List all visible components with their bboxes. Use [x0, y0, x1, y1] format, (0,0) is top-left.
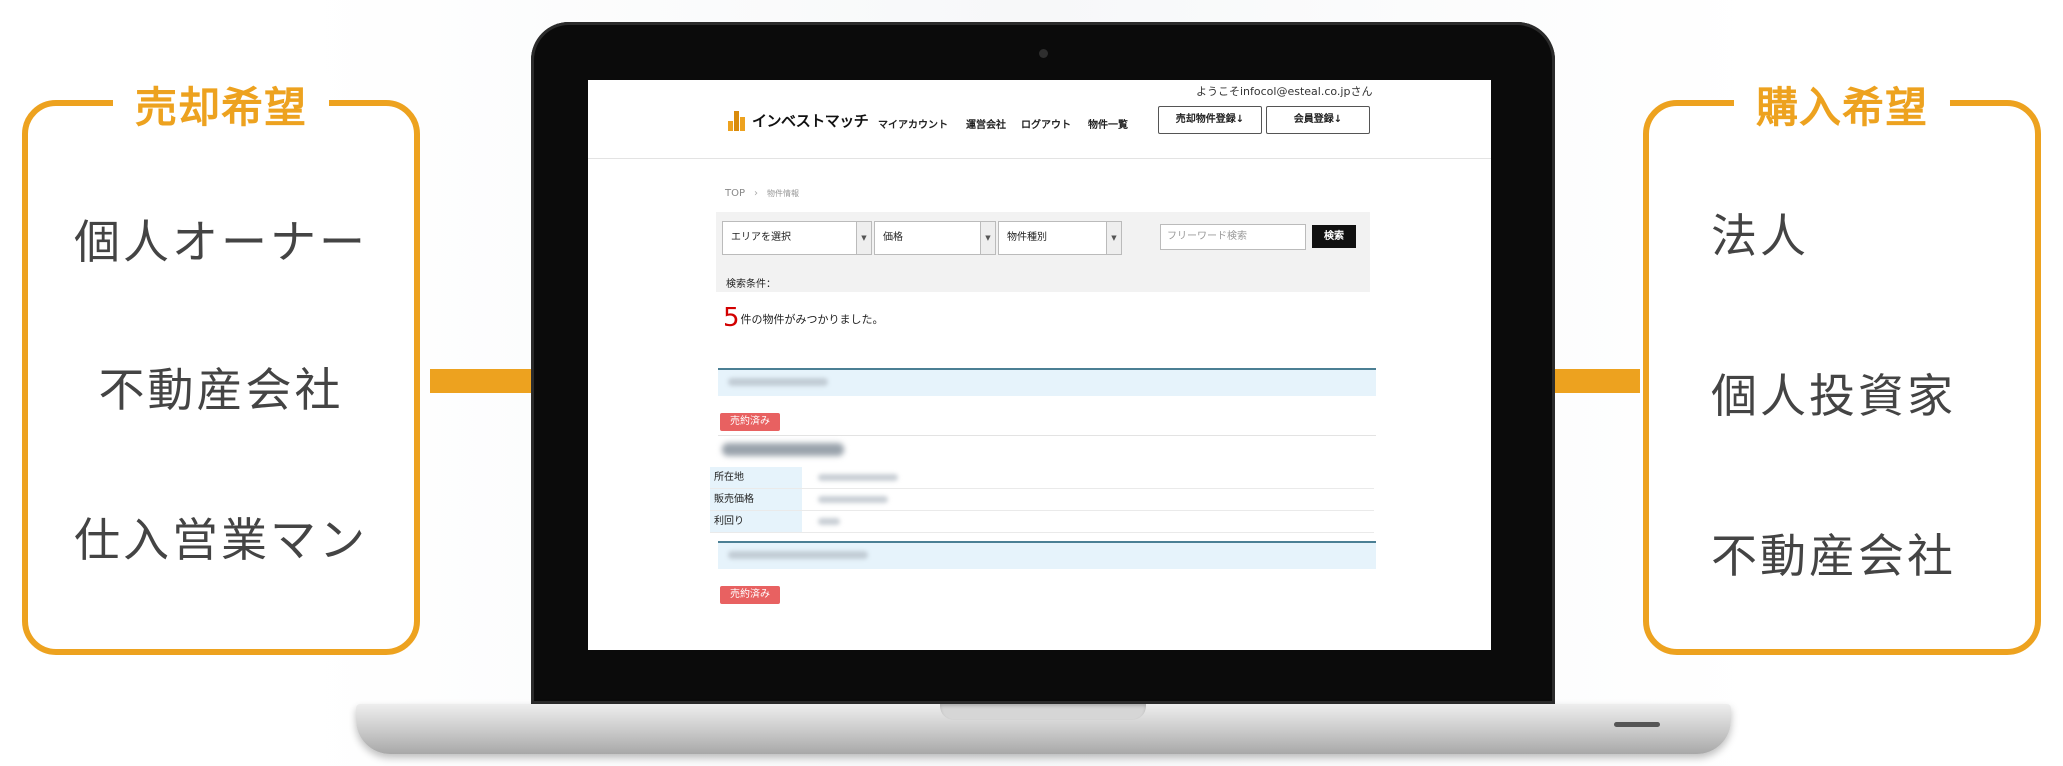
sold-badge: 売約済み [720, 586, 780, 604]
buyer-item-corporation: 法人 [1711, 209, 1809, 263]
laptop-led [1614, 722, 1660, 727]
laptop-notch [940, 704, 1146, 720]
buyer-panel: 購入希望 法人 個人投資家 不動産会社 [1643, 74, 2041, 655]
price-select[interactable]: 価格 ▼ [874, 221, 996, 255]
seller-item-individual-owner: 個人オーナー [74, 215, 368, 269]
building-logo-icon [728, 110, 748, 131]
welcome-message: ようこそinfocol@esteal.co.jpさん [1196, 85, 1373, 98]
property-type-select-label: 物件種別 [1007, 232, 1047, 243]
seller-item-real-estate-company: 不動産会社 [98, 363, 344, 417]
result-text: 件の物件がみつかりました。 [740, 313, 884, 326]
register-property-button[interactable]: 売却物件登録↓ [1158, 106, 1262, 134]
laptop-screen: ようこそinfocol@esteal.co.jpさん インベストマッチ マイアカ… [588, 80, 1491, 650]
blurred-listing-title [728, 551, 868, 559]
nav-operating-company[interactable]: 運営会社 [966, 116, 1006, 131]
blurred-yield-value [818, 518, 840, 525]
detail-label-location: 所在地 [710, 467, 802, 488]
price-select-label: 価格 [883, 232, 903, 243]
seller-panel-title: 売却希望 [112, 74, 330, 135]
breadcrumb-top[interactable]: TOP [725, 188, 745, 199]
blurred-listing-title [728, 378, 828, 386]
logo-text: インベストマッチ [752, 112, 869, 130]
sold-badge: 売約済み [720, 413, 780, 431]
site-logo[interactable]: インベストマッチ [728, 110, 869, 131]
detail-row-price: 販売価格 [710, 489, 1374, 511]
site-header: ようこそinfocol@esteal.co.jpさん インベストマッチ マイアカ… [588, 80, 1491, 159]
listing-header-band[interactable] [718, 368, 1376, 396]
chevron-down-icon: ▼ [1106, 222, 1121, 254]
detail-label-price: 販売価格 [710, 489, 802, 510]
search-conditions-bar: 検索条件： [716, 272, 1370, 292]
buyer-item-real-estate-company: 不動産会社 [1711, 529, 1956, 583]
camera-icon [1039, 49, 1048, 58]
listing-header-band[interactable] [718, 541, 1376, 569]
area-select-label: エリアを選択 [731, 232, 791, 243]
blurred-location-value [818, 474, 898, 481]
seller-item-purchasing-salesman: 仕入営業マン [74, 513, 368, 567]
register-member-button[interactable]: 会員登録↓ [1266, 106, 1370, 134]
buyer-panel-title: 購入希望 [1733, 74, 1951, 135]
laptop-base [356, 704, 1731, 754]
divider [718, 435, 1376, 436]
blurred-price-value [818, 496, 888, 503]
freeword-search-input[interactable]: フリーワード検索 [1160, 224, 1306, 250]
nav-logout[interactable]: ログアウト [1021, 116, 1071, 131]
breadcrumb-separator: › [754, 188, 759, 199]
result-count: 5 [723, 303, 740, 333]
chevron-down-icon: ▼ [980, 222, 995, 254]
nav-my-account[interactable]: マイアカウント [878, 116, 948, 131]
chevron-down-icon: ▼ [856, 222, 871, 254]
breadcrumb: TOP › 物件情報 [725, 188, 799, 199]
detail-row-location: 所在地 [710, 467, 1374, 489]
detail-row-yield: 利回り [710, 511, 1374, 533]
breadcrumb-current: 物件情報 [767, 189, 800, 198]
area-select[interactable]: エリアを選択 ▼ [722, 221, 872, 255]
property-type-select[interactable]: 物件種別 ▼ [998, 221, 1122, 255]
property-details-table: 所在地 販売価格 利回り [710, 467, 1374, 533]
buyer-item-individual-investor: 個人投資家 [1711, 369, 1956, 423]
search-bar: エリアを選択 ▼ 価格 ▼ 物件種別 ▼ フリーワード検索 検索 [716, 212, 1370, 272]
search-button[interactable]: 検索 [1312, 225, 1356, 248]
detail-label-yield: 利回り [710, 511, 802, 532]
blurred-property-name [722, 443, 844, 456]
search-conditions-label: 検索条件： [726, 279, 776, 290]
seller-panel: 売却希望 個人オーナー 不動産会社 仕入営業マン [22, 74, 420, 655]
result-count-message: 5件の物件がみつかりました。 [723, 303, 884, 333]
nav-property-list[interactable]: 物件一覧 [1088, 116, 1128, 131]
